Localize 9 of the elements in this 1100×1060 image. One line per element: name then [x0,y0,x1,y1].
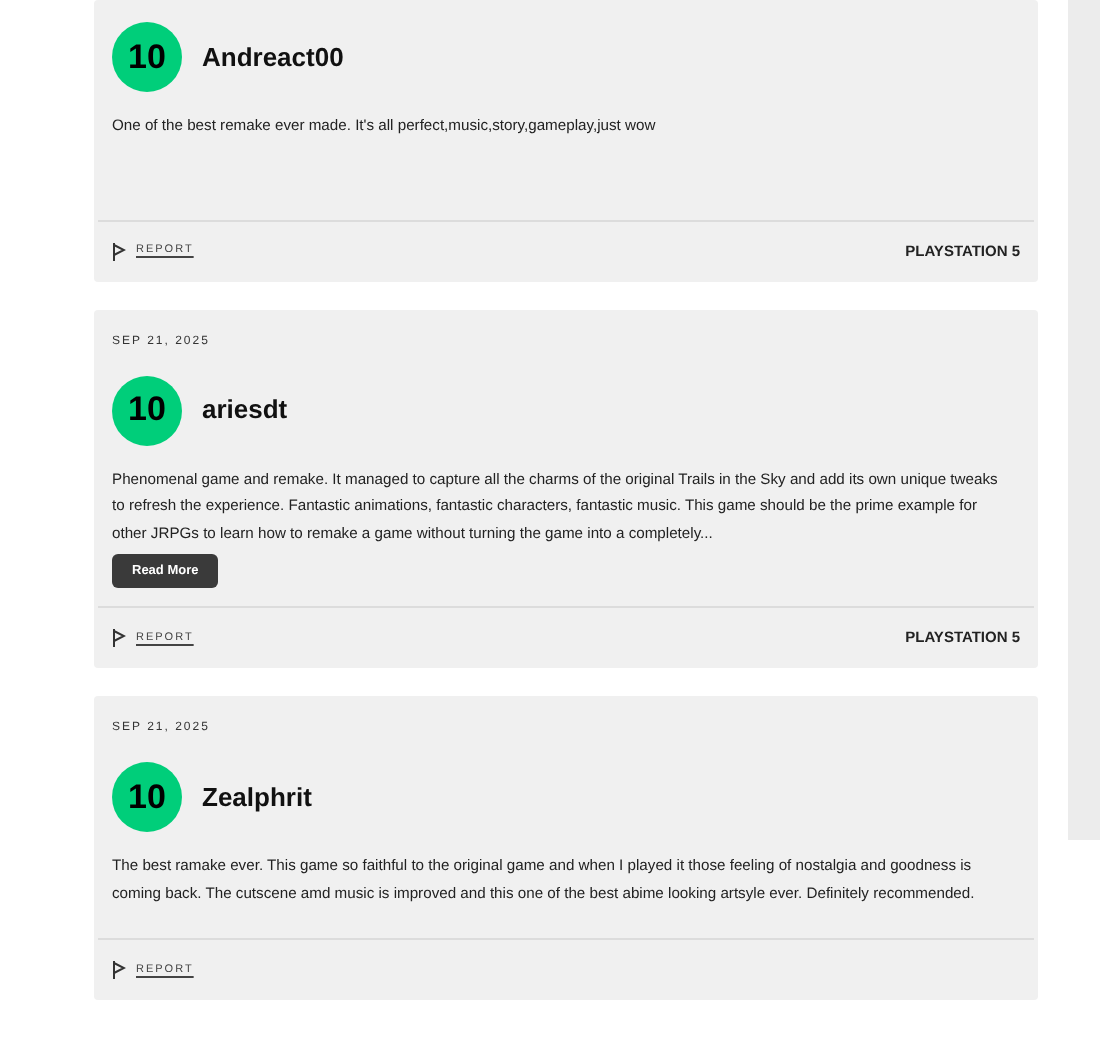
flag-icon [112,960,126,980]
username-link[interactable]: Andreact00 [202,37,344,77]
flag-icon [112,628,126,648]
username-link[interactable]: Zealphrit [202,777,312,817]
score-badge: 10 [112,22,182,92]
score-badge: 10 [112,375,182,445]
username-link[interactable]: ariesdt [202,390,288,430]
score-badge: 10 [112,762,182,832]
flag-icon [112,241,126,261]
